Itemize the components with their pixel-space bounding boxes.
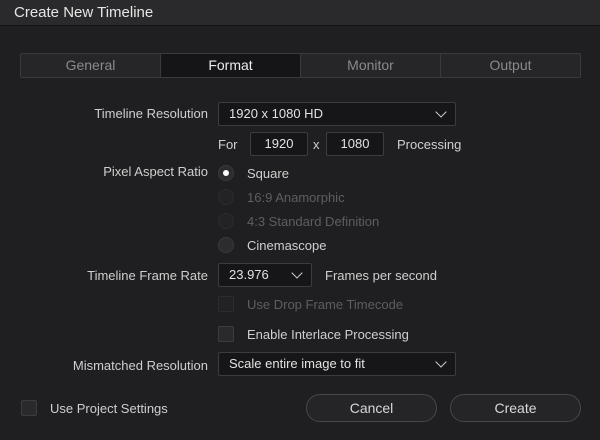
times-label: x <box>313 137 320 152</box>
use-project-settings-label: Use Project Settings <box>50 401 168 416</box>
frame-rate-value: 23.976 <box>229 267 269 282</box>
tab-output[interactable]: Output <box>441 54 580 77</box>
window-title: Create New Timeline <box>14 4 154 21</box>
processing-label: Processing <box>397 137 462 152</box>
chevron-down-icon <box>435 106 447 118</box>
tab-monitor[interactable]: Monitor <box>301 54 441 77</box>
chevron-down-icon <box>435 356 447 368</box>
use-project-settings-checkbox[interactable] <box>21 400 37 416</box>
pixel-aspect-label: Pixel Aspect Ratio <box>103 164 208 179</box>
radio-cinemascope-label: Cinemascope <box>247 238 327 253</box>
frame-rate-select[interactable]: 23.976 <box>218 263 312 287</box>
drop-frame-label: Use Drop Frame Timecode <box>247 297 404 312</box>
radio-standard-definition <box>218 213 234 229</box>
cancel-button[interactable]: Cancel <box>306 394 437 422</box>
tab-bar: General Format Monitor Output <box>20 53 581 78</box>
mismatched-resolution-value: Scale entire image to fit <box>229 356 365 371</box>
resolution-height-field[interactable]: 1080 <box>326 132 384 156</box>
create-timeline-dialog <box>0 26 600 440</box>
mismatched-resolution-label: Mismatched Resolution <box>72 358 208 373</box>
chevron-down-icon <box>291 267 303 279</box>
timeline-resolution-select[interactable]: 1920 x 1080 HD <box>218 102 456 126</box>
resolution-width-field[interactable]: 1920 <box>250 132 308 156</box>
frames-per-second-label: Frames per second <box>325 268 437 283</box>
interlace-label: Enable Interlace Processing <box>247 327 409 342</box>
radio-square[interactable] <box>218 165 234 181</box>
mismatched-resolution-select[interactable]: Scale entire image to fit <box>218 352 456 376</box>
tab-format[interactable]: Format <box>161 54 301 77</box>
radio-standard-definition-label: 4:3 Standard Definition <box>247 214 380 229</box>
radio-cinemascope[interactable] <box>218 237 234 253</box>
create-button[interactable]: Create <box>450 394 581 422</box>
radio-anamorphic <box>218 189 234 205</box>
tab-general[interactable]: General <box>21 54 161 77</box>
timeline-resolution-value: 1920 x 1080 HD <box>229 106 323 121</box>
title-bar: Create New Timeline <box>0 0 600 26</box>
frame-rate-label: Timeline Frame Rate <box>87 268 208 283</box>
for-label: For <box>218 137 238 152</box>
timeline-resolution-label: Timeline Resolution <box>94 106 208 121</box>
interlace-checkbox[interactable] <box>218 326 234 342</box>
radio-anamorphic-label: 16:9 Anamorphic <box>247 190 345 205</box>
radio-square-label: Square <box>247 166 289 181</box>
drop-frame-checkbox <box>218 296 234 312</box>
